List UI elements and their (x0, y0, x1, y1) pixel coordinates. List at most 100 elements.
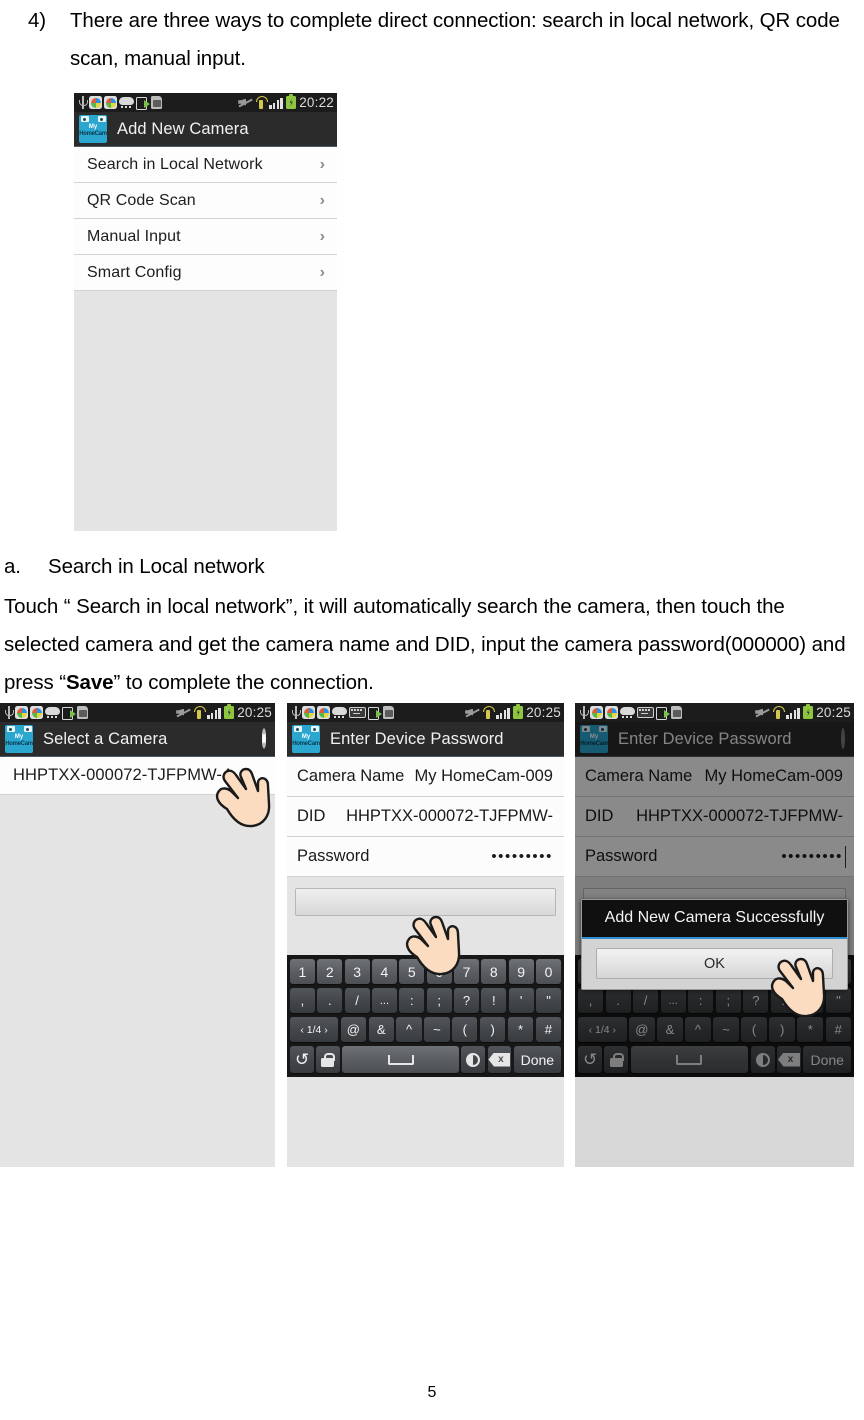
page-number: 5 (427, 1384, 437, 1401)
app-logo-icon: My HomeCam (5, 725, 33, 753)
key-apostrophe[interactable]: ' (508, 988, 534, 1013)
key-at[interactable]: @ (340, 1017, 367, 1042)
usb-icon (291, 706, 301, 719)
key-paren-open[interactable]: ( (452, 1017, 478, 1042)
key-exclamation[interactable]: ! (481, 988, 507, 1013)
signal-icon (786, 707, 800, 719)
mute-icon (176, 707, 191, 719)
key-question[interactable]: ? (454, 988, 479, 1013)
keyboard-icon (637, 707, 654, 718)
camera-list-item[interactable]: HHPTXX-000072-TJFPMW-4 (0, 757, 275, 795)
key-slash[interactable]: / (344, 988, 370, 1013)
key-2[interactable]: 2 (317, 959, 343, 984)
key-contrast[interactable] (461, 1046, 486, 1073)
undo-icon: ↻ (294, 1049, 309, 1069)
export-icon (656, 706, 670, 720)
key-caret[interactable]: ^ (396, 1017, 422, 1042)
password-field-value: ••••••••• (491, 848, 553, 865)
lock-icon (321, 1052, 336, 1067)
field-label: Password (297, 847, 370, 865)
usb-icon (4, 706, 14, 719)
status-bar-right-icons: 20:25 (755, 704, 851, 720)
list-item-manual-input[interactable]: Manual Input › (74, 219, 337, 255)
cloud-icon (119, 96, 134, 109)
dialog-ok-button[interactable]: OK (596, 948, 833, 979)
key-tilde[interactable]: ~ (424, 1017, 450, 1042)
screenshot-add-camera-success: 20:25 My HomeCam Enter Device Password C… (575, 703, 854, 1167)
list-item-label: Search in Local Network (87, 155, 263, 173)
key-hash[interactable]: # (535, 1017, 562, 1042)
signal-icon (207, 707, 221, 719)
cloud-icon (332, 706, 347, 719)
save-button-area (287, 877, 564, 955)
key-quote[interactable]: " (536, 988, 561, 1013)
export-icon (62, 706, 76, 720)
key-page-switch[interactable]: ‹ 1/4 › (290, 1017, 339, 1042)
key-1[interactable]: 1 (290, 959, 315, 984)
key-asterisk[interactable]: * (507, 1017, 534, 1042)
browser-icon (302, 706, 315, 719)
camera-did-label: HHPTXX-000072-TJFPMW-4 (13, 766, 232, 784)
key-3[interactable]: 3 (344, 959, 370, 984)
item-text: There are three ways to complete direct … (70, 9, 840, 70)
key-ellipsis[interactable]: ... (372, 988, 397, 1013)
key-semicolon[interactable]: ; (426, 988, 452, 1013)
section-title: Search in Local network (48, 555, 265, 578)
key-9[interactable]: 9 (508, 959, 534, 984)
key-space[interactable] (342, 1046, 459, 1073)
keyboard-row-symbols: ‹ 1/4 › @ & ^ ~ ( ) * # (289, 1017, 562, 1042)
key-undo[interactable]: ↻ (290, 1046, 314, 1073)
key-0[interactable]: 0 (536, 959, 561, 984)
key-7[interactable]: 7 (454, 959, 479, 984)
refresh-button[interactable] (262, 728, 266, 749)
key-backspace[interactable]: x (487, 1046, 512, 1073)
app-logo-line1: My (301, 734, 311, 740)
key-colon[interactable]: : (399, 988, 425, 1013)
status-bar-clock: 20:25 (237, 705, 272, 720)
vibrate-icon (256, 96, 269, 109)
dialog-body: OK (582, 939, 847, 989)
field-row-did[interactable]: DID HHPTXX-000072-TJFPMW- (287, 797, 564, 837)
status-bar: 20:22 (74, 93, 337, 112)
status-bar-left-icons (291, 706, 394, 720)
status-bar-clock: 20:22 (299, 95, 334, 110)
list-item-search-local-network[interactable]: Search in Local Network › (74, 147, 337, 183)
status-bar: 20:25 (287, 703, 564, 722)
chevron-right-icon: › (319, 227, 325, 245)
battery-charging-icon (513, 704, 524, 719)
field-row-password[interactable]: Password ••••••••• (287, 837, 564, 877)
chevron-right-icon: › (319, 191, 325, 209)
key-4[interactable]: 4 (372, 959, 397, 984)
field-row-camera-name[interactable]: Camera Name My HomeCam-009 (287, 757, 564, 797)
field-label: DID (297, 807, 326, 825)
key-8[interactable]: 8 (481, 959, 507, 984)
chevron-right-icon: › (319, 263, 325, 281)
screenshot-add-new-camera: 20:22 My HomeCam Add New Camera Search i… (74, 93, 337, 531)
space-icon (387, 1054, 414, 1065)
save-button[interactable] (295, 888, 556, 916)
browser-icon (605, 706, 618, 719)
dialog-title: Add New Camera Successfully (582, 900, 847, 939)
mute-icon (755, 707, 770, 719)
backspace-icon: x (488, 1052, 511, 1067)
status-bar-clock: 20:25 (526, 705, 561, 720)
success-dialog: Add New Camera Successfully OK (581, 899, 848, 990)
key-period[interactable]: . (317, 988, 343, 1013)
sd-card-icon (77, 706, 88, 719)
field-value: My HomeCam-009 (414, 767, 553, 785)
page-title: Enter Device Password (330, 729, 504, 748)
key-comma[interactable]: , (290, 988, 315, 1013)
key-paren-close[interactable]: ) (479, 1017, 506, 1042)
key-5[interactable]: 5 (399, 959, 425, 984)
status-bar-right-icons: 20:22 (238, 94, 334, 110)
key-ampersand[interactable]: & (368, 1017, 394, 1042)
key-6[interactable]: 6 (426, 959, 452, 984)
key-done[interactable]: Done (513, 1046, 561, 1073)
list-item-smart-config[interactable]: Smart Config › (74, 255, 337, 291)
body-paragraph: Touch “ Search in local network”, it wil… (4, 588, 864, 702)
key-lock[interactable] (316, 1046, 340, 1073)
browser-icon (590, 706, 603, 719)
export-icon (136, 96, 150, 110)
browser-icon (15, 706, 28, 719)
list-item-qr-code-scan[interactable]: QR Code Scan › (74, 183, 337, 219)
